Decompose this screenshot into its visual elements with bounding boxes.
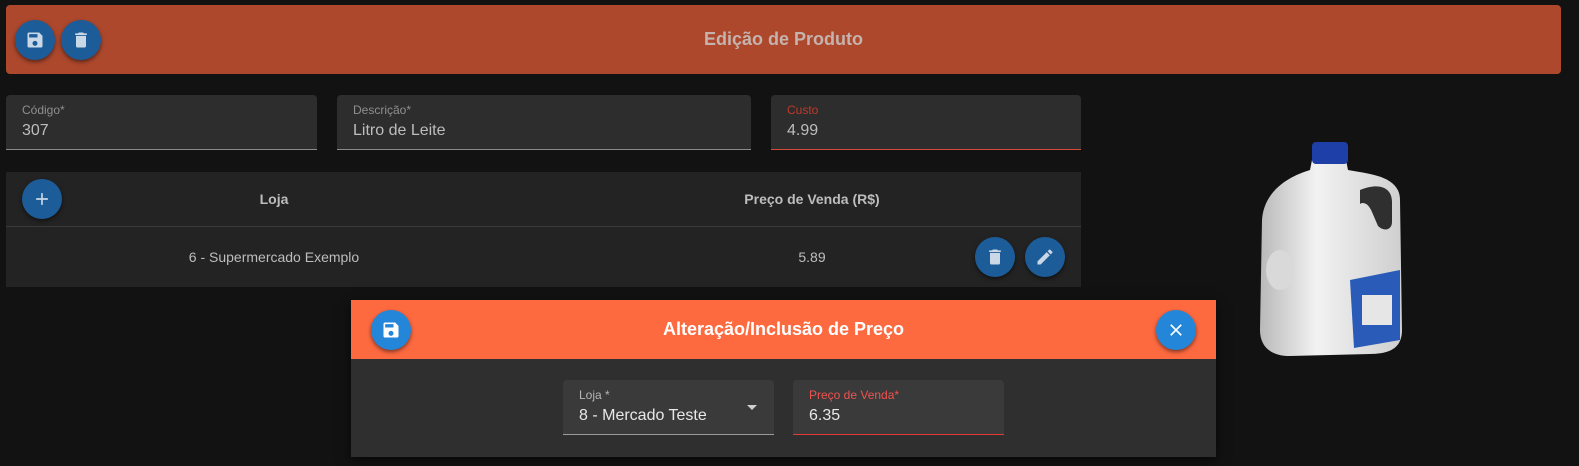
column-header-preco: Preço de Venda (R$) — [744, 191, 880, 207]
prices-table: Loja Preço de Venda (R$) 6 - Supermercad… — [6, 172, 1081, 287]
dialog-save-button[interactable] — [371, 310, 411, 350]
delete-button[interactable] — [61, 20, 101, 60]
cell-loja: 6 - Supermercado Exemplo — [188, 249, 360, 265]
preco-venda-value: 6.35 — [809, 407, 841, 424]
custo-field[interactable]: Custo 4.99 — [771, 95, 1081, 150]
dialog-header: Alteração/Inclusão de Preço — [351, 300, 1216, 359]
table-header: Loja Preço de Venda (R$) — [6, 172, 1081, 227]
custo-label: Custo — [787, 103, 819, 117]
price-dialog: Alteração/Inclusão de Preço Loja * 8 - M… — [351, 300, 1216, 457]
table-row: 6 - Supermercado Exemplo 5.89 — [6, 228, 1081, 287]
descricao-label: Descrição* — [353, 103, 412, 117]
codigo-value: 307 — [22, 122, 49, 139]
add-price-button[interactable] — [22, 179, 62, 219]
chevron-down-icon — [747, 405, 757, 410]
page-title: Edição de Produto — [703, 29, 863, 49]
dialog-close-button[interactable] — [1156, 310, 1196, 350]
cell-preco: 5.89 — [798, 249, 826, 265]
codigo-field[interactable]: Código* 307 — [6, 95, 317, 150]
top-toolbar: Edição de Produto — [6, 5, 1561, 74]
delete-row-button[interactable] — [975, 237, 1015, 277]
custo-value: 4.99 — [787, 122, 819, 139]
loja-select[interactable]: Loja * 8 - Mercado Teste — [563, 380, 774, 435]
trash-icon — [75, 32, 87, 48]
descricao-field[interactable]: Descrição* Litro de Leite — [337, 95, 751, 150]
save-icon — [27, 32, 43, 48]
milk-jug-image — [1260, 142, 1402, 356]
column-header-loja: Loja — [259, 191, 289, 207]
save-icon — [383, 322, 399, 338]
trash-icon — [989, 249, 1001, 265]
close-icon — [1170, 324, 1182, 336]
preco-venda-field[interactable]: Preço de Venda* 6.35 — [793, 380, 1004, 435]
dialog-title: Alteração/Inclusão de Preço — [662, 319, 905, 339]
loja-value: 8 - Mercado Teste — [579, 407, 707, 424]
loja-label: Loja * — [579, 388, 610, 402]
preco-venda-label: Preço de Venda* — [809, 388, 900, 402]
save-button[interactable] — [15, 20, 55, 60]
descricao-value: Litro de Leite — [353, 122, 446, 139]
pencil-icon — [1037, 249, 1053, 265]
edit-row-button[interactable] — [1025, 237, 1065, 277]
plus-icon — [36, 193, 48, 205]
codigo-label: Código* — [22, 103, 65, 117]
